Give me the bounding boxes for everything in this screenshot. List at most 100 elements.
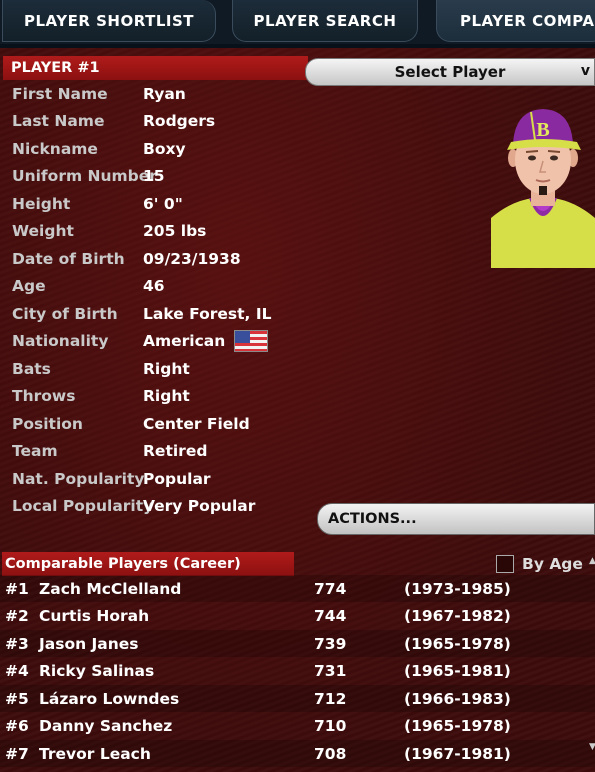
scroll-up-icon[interactable]: ▲ <box>589 556 595 566</box>
player-field-row: Last Name Rodgers <box>3 108 303 135</box>
player-rank: #2 <box>5 607 29 625</box>
player-field-row: Uniform Number 15 <box>3 163 303 190</box>
actions-button[interactable]: ACTIONS... <box>317 503 595 535</box>
player-rank: #3 <box>5 634 29 653</box>
field-value: Right <box>143 387 190 405</box>
field-label: Height <box>12 194 71 213</box>
field-label: Weight <box>12 222 74 240</box>
player-field-row: Team Retired <box>3 438 303 465</box>
by-age-checkbox[interactable]: By Age <box>496 553 583 575</box>
player-field-row: Nickname Boxy <box>3 135 303 162</box>
player-name[interactable]: Zach McClelland <box>39 580 181 598</box>
career-years: (1967-1982) <box>404 607 511 625</box>
field-value: Ryan <box>143 85 186 103</box>
player-header: PLAYER #1 <box>3 56 308 80</box>
field-value-text: American <box>143 332 226 350</box>
field-value-text: Very Popular <box>143 497 256 515</box>
tab-player-search[interactable]: PLAYER SEARCH <box>232 0 418 42</box>
player-rank: #7 <box>5 744 29 763</box>
career-years: (1965-1978) <box>404 634 511 653</box>
scroll-down-icon[interactable]: ▼ <box>589 742 595 752</box>
player-field-row: Bats Right <box>3 355 303 382</box>
similarity-score: 712 <box>314 689 347 708</box>
similarity-score: 744 <box>314 607 347 625</box>
field-label: Local Popularity <box>12 497 154 515</box>
field-label: Date of Birth <box>12 249 125 268</box>
field-value-text: 15 <box>143 167 165 185</box>
field-value-text: 205 lbs <box>143 222 207 240</box>
comparable-player-row[interactable]: #2 Curtis Horah 744 (1967-1982) <box>0 603 595 630</box>
field-value-text: Ryan <box>143 84 186 103</box>
career-years: (1965-1981) <box>404 662 511 680</box>
player-field-row: Position Center Field <box>3 410 303 437</box>
by-age-label: By Age <box>522 555 583 573</box>
comparable-player-row[interactable]: #4 Ricky Salinas 731 (1965-1981) <box>0 658 595 685</box>
field-value: Right <box>143 360 190 378</box>
comparable-player-row[interactable]: #1 Zach McClelland 774 (1973-1985) <box>0 575 595 602</box>
field-label: Nat. Popularity <box>12 469 145 488</box>
comparable-players-header: Comparable Players (Career) <box>2 552 294 576</box>
field-value: Center Field <box>143 415 250 433</box>
player-field-row: Date of Birth 09/23/1938 <box>3 245 303 272</box>
chevron-down-icon: v <box>580 63 590 79</box>
field-value-text: Boxy <box>143 139 186 158</box>
similarity-score: 739 <box>314 634 347 653</box>
field-label: Last Name <box>12 112 105 130</box>
field-label: Nickname <box>12 139 98 158</box>
field-value: Very Popular <box>143 497 255 515</box>
field-value-text: Center Field <box>143 414 250 433</box>
field-label: Position <box>12 414 83 433</box>
field-value-text: 09/23/1938 <box>143 249 241 268</box>
field-value: 09/23/1938 <box>143 250 241 268</box>
field-value: Popular <box>143 470 211 488</box>
career-years: (1966-1983) <box>404 689 511 708</box>
player-field-row: Local Popularity Very Popular <box>3 493 303 520</box>
player-rank: #5 <box>5 689 29 708</box>
similarity-score: 774 <box>314 579 347 598</box>
player-name[interactable]: Trevor Leach <box>39 745 151 763</box>
comparable-player-row[interactable]: #5 Lázaro Lowndes 712 (1966-1983) <box>0 685 595 712</box>
tab-player-comparison[interactable]: PLAYER COMPAR <box>436 0 595 42</box>
field-value-text: Rodgers <box>143 112 216 130</box>
field-value-text: Right <box>143 359 190 378</box>
field-value-text: Right <box>143 387 190 405</box>
player-name[interactable]: Jason Janes <box>39 635 139 653</box>
field-label: First Name <box>12 84 108 103</box>
field-value: Lake Forest, IL <box>143 305 271 323</box>
field-label: Throws <box>12 387 76 405</box>
field-value: 6' 0" <box>143 195 183 213</box>
comparable-player-row[interactable]: #3 Jason Janes 739 (1965-1978) <box>0 630 595 657</box>
player-field-row: City of Birth Lake Forest, IL <box>3 300 303 327</box>
player-field-row: Age 46 <box>3 273 303 300</box>
field-label: Nationality <box>12 332 109 350</box>
select-player-dropdown[interactable]: Select Player v <box>305 58 595 86</box>
tab-player-shortlist[interactable]: PLAYER SHORTLIST <box>2 0 216 42</box>
field-value: American <box>143 330 269 352</box>
field-value-text: Popular <box>143 469 211 488</box>
us-flag-icon <box>234 330 269 352</box>
career-years: (1973-1985) <box>404 579 511 598</box>
player-name[interactable]: Danny Sanchez <box>39 717 172 735</box>
field-label: City of Birth <box>12 304 118 323</box>
player-name[interactable]: Ricky Salinas <box>39 662 154 680</box>
tab-bar: PLAYER SHORTLIST PLAYER SEARCH PLAYER CO… <box>0 0 595 44</box>
player-name[interactable]: Curtis Horah <box>39 607 149 625</box>
comparable-player-row[interactable]: #7 Trevor Leach 708 (1967-1981) <box>0 740 595 767</box>
player-rank: #6 <box>5 717 29 735</box>
field-label: Uniform Number <box>12 167 157 185</box>
player-rank: #1 <box>5 579 29 598</box>
field-label: Age <box>12 277 46 295</box>
player-name[interactable]: Lázaro Lowndes <box>39 690 179 708</box>
checkbox-icon <box>496 555 514 573</box>
player-field-row: Height 6' 0" <box>3 190 303 217</box>
player-rank: #4 <box>5 662 29 680</box>
field-value-text: 6' 0" <box>143 194 183 213</box>
field-value: Boxy <box>143 140 186 158</box>
field-value-text: Lake Forest, IL <box>143 304 272 323</box>
cap-letter: B <box>536 119 549 141</box>
field-value: Retired <box>143 442 207 460</box>
similarity-score: 710 <box>314 717 347 735</box>
comparable-player-row[interactable]: #6 Danny Sanchez 710 (1965-1978) <box>0 713 595 740</box>
player-field-row: Nat. Popularity Popular <box>3 465 303 492</box>
field-label: Bats <box>12 359 51 378</box>
